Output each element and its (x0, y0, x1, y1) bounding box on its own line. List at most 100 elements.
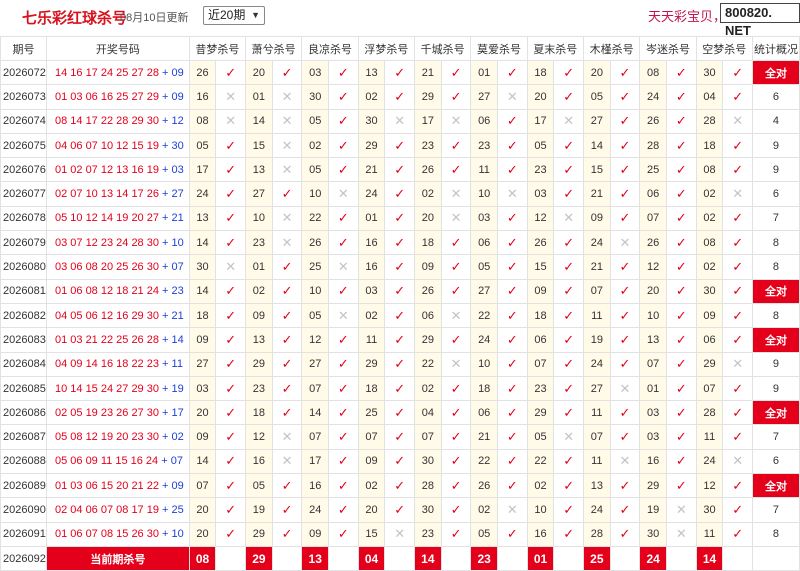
check-icon: ✓ (215, 132, 247, 159)
kill-number-cell: 07 (639, 205, 668, 232)
blue-ball: 17 (171, 406, 184, 419)
stat-cell: 全对 (751, 473, 800, 499)
stat-cell: 全对 (751, 59, 800, 86)
kill-number-cell: 27 (245, 181, 273, 207)
kill-number-cell: 16 (526, 521, 555, 547)
current-kill-cell: 08 (188, 545, 217, 571)
check-icon: ✓ (666, 327, 697, 353)
table-row: 2026088 05 06 09 11 15 16 24 + 07 14 ✓ 16 ✕ 17… (0, 448, 800, 475)
kill-number-cell: 01 (639, 375, 668, 402)
cross-icon: ✕ (215, 254, 247, 280)
draw-numbers-cell: 05 08 12 19 20 23 30 + 02 (45, 424, 190, 450)
check-icon: ✓ (215, 473, 247, 499)
check-icon: ✓ (666, 157, 697, 183)
kill-number-cell: 09 (357, 448, 386, 475)
draw-numbers-cell: 02 07 10 13 14 17 26 + 27 (45, 181, 190, 207)
red-balls: 10 14 15 24 27 29 30 (54, 382, 159, 395)
blue-ball: 02 (171, 431, 184, 444)
kill-number-cell: 05 (470, 254, 499, 280)
check-icon: ✓ (553, 278, 584, 304)
kill-number-cell: 10 (301, 181, 330, 207)
kill-number-cell: 29 (414, 84, 442, 110)
red-balls: 08 14 17 22 28 29 30 (54, 115, 159, 128)
kill-number-cell: 14 (582, 132, 611, 159)
check-icon: ✓ (609, 327, 641, 353)
check-icon: ✓ (384, 497, 415, 523)
kill-number-cell: 23 (414, 521, 442, 547)
kill-number-cell: 07 (301, 424, 330, 450)
kill-number-cell: 11 (357, 327, 386, 353)
kill-number-cell: 23 (526, 157, 555, 183)
check-icon: ✓ (666, 108, 697, 134)
kill-number-cell: 23 (245, 230, 273, 256)
red-balls: 02 07 10 13 14 17 26 (54, 188, 159, 201)
kill-number-cell: 26 (414, 278, 442, 304)
kill-number-cell: 02 (357, 84, 386, 110)
kill-number-cell: 16 (188, 84, 217, 110)
stat-cell: 全对 (751, 278, 800, 304)
blue-ball: 09 (171, 90, 184, 103)
table-row: 2026073 01 03 06 16 25 27 29 + 09 16 ✕ 01 ✕ 30… (0, 84, 800, 110)
check-icon: ✓ (271, 181, 303, 207)
red-balls: 04 09 14 16 18 22 23 (54, 358, 159, 371)
check-icon: ✓ (440, 497, 472, 523)
check-icon: ✓ (666, 230, 697, 256)
empty-cell (553, 545, 584, 571)
kill-number-cell: 30 (639, 521, 668, 547)
kill-number-cell: 07 (357, 424, 386, 450)
plus-sign: + (158, 66, 172, 79)
kill-number-cell: 07 (582, 424, 611, 450)
check-icon: ✓ (609, 497, 641, 523)
red-balls: 01 03 06 16 25 27 29 (54, 90, 159, 103)
kill-number-cell: 21 (582, 181, 611, 207)
kill-number-cell: 26 (414, 157, 442, 183)
draw-numbers-cell: 01 03 06 15 20 21 22 + 09 (45, 473, 190, 499)
kill-number-cell: 28 (639, 132, 668, 159)
kill-number-cell: 22 (470, 448, 499, 475)
stat-cell: 6 (751, 84, 800, 110)
issue-cell: 2026089 (0, 473, 47, 499)
check-icon: ✓ (328, 448, 359, 475)
check-icon: ✓ (271, 351, 303, 377)
period-select[interactable]: 近20期 ▼ (203, 6, 265, 25)
kill-number-cell: 10 (526, 497, 555, 523)
red-balls: 02 05 19 23 26 27 30 (54, 406, 159, 419)
kill-number-cell: 16 (301, 473, 330, 499)
kill-number-cell: 05 (301, 108, 330, 134)
check-icon: ✓ (215, 424, 247, 450)
check-icon: ✓ (328, 132, 359, 159)
kill-number-cell: 05 (301, 302, 330, 329)
table-row: 2026083 01 03 21 22 25 26 28 + 14 09 ✓ 13 ✓ 12… (0, 327, 800, 353)
empty-cell (328, 545, 359, 571)
check-icon: ✓ (215, 205, 247, 232)
kill-number-cell: 25 (639, 157, 668, 183)
kill-number-cell: 16 (357, 254, 386, 280)
header-expert: 良凉杀号 (301, 36, 359, 61)
brand-link[interactable]: 800820. NET (720, 3, 800, 38)
plus-sign: + (158, 358, 172, 371)
kill-number-cell: 02 (695, 181, 724, 207)
cross-icon: ✕ (328, 302, 359, 329)
header-expert: 岑迷杀号 (639, 36, 697, 61)
kill-number-cell: 09 (695, 302, 724, 329)
blue-ball: 07 (171, 261, 184, 274)
red-balls: 03 07 12 23 24 28 30 (54, 236, 159, 249)
check-icon: ✓ (384, 132, 415, 159)
issue-cell: 2026081 (0, 278, 47, 304)
check-icon: ✓ (384, 473, 415, 499)
kill-number-cell: 21 (582, 254, 611, 280)
kill-number-cell: 10 (470, 351, 499, 377)
kill-number-cell: 11 (695, 424, 724, 450)
check-icon: ✓ (215, 448, 247, 475)
kill-number-cell: 18 (357, 375, 386, 402)
check-icon: ✓ (440, 132, 472, 159)
check-icon: ✓ (609, 254, 641, 280)
check-icon: ✓ (609, 302, 641, 329)
cross-icon: ✕ (328, 254, 359, 280)
check-icon: ✓ (666, 375, 697, 402)
kill-number-cell: 29 (357, 132, 386, 159)
check-icon: ✓ (497, 424, 528, 450)
stat-cell: 8 (751, 302, 800, 329)
check-icon: ✓ (722, 302, 753, 329)
kill-number-cell: 06 (470, 400, 499, 426)
